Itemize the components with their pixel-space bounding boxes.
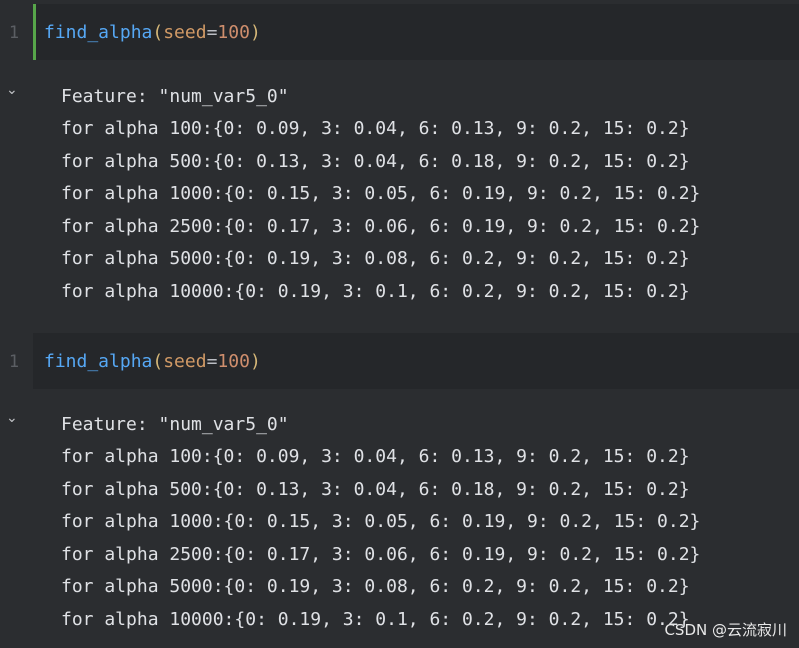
- paren-open: (: [152, 22, 164, 43]
- output-line: for alpha 500:{0: 0.13, 3: 0.04, 6: 0.18…: [61, 479, 690, 500]
- param-value: 100: [217, 22, 250, 43]
- output-line: for alpha 10000:{0: 0.19, 3: 0.1, 6: 0.2…: [61, 609, 690, 630]
- code-line[interactable]: find_alpha(seed=100): [44, 22, 261, 43]
- param-value: 100: [217, 351, 250, 372]
- code-cell-1-input[interactable]: 1 find_alpha(seed=100): [0, 4, 799, 60]
- line-number: 1: [8, 23, 20, 43]
- paren-close: ): [249, 22, 261, 43]
- chevron-down-icon[interactable]: ⌄: [6, 82, 18, 98]
- output-line: for alpha 100:{0: 0.09, 3: 0.04, 6: 0.13…: [61, 118, 690, 139]
- function-name: find_alpha: [44, 351, 153, 372]
- code-editor[interactable]: find_alpha(seed=100): [33, 4, 799, 60]
- watermark: CSDN @云流寂川: [664, 621, 787, 639]
- output-line: for alpha 2500:{0: 0.17, 3: 0.06, 6: 0.1…: [61, 216, 701, 237]
- line-number: 1: [8, 352, 20, 372]
- chevron-down-icon[interactable]: ⌄: [6, 410, 18, 426]
- output-line: for alpha 1000:{0: 0.15, 3: 0.05, 6: 0.1…: [61, 511, 701, 532]
- code-editor[interactable]: find_alpha(seed=100): [33, 333, 799, 389]
- output-line: for alpha 500:{0: 0.13, 3: 0.04, 6: 0.18…: [61, 151, 690, 172]
- active-cell-indicator: [33, 4, 36, 60]
- output-line: for alpha 5000:{0: 0.19, 3: 0.08, 6: 0.2…: [61, 576, 690, 597]
- output-line: for alpha 100:{0: 0.09, 3: 0.04, 6: 0.13…: [61, 446, 690, 467]
- gutter: 1: [0, 4, 33, 60]
- param-name: seed: [163, 351, 207, 372]
- output-line: for alpha 10000:{0: 0.19, 3: 0.1, 6: 0.2…: [61, 281, 690, 302]
- equals-op: =: [206, 351, 218, 372]
- output-feature-line: Feature: "num_var5_0": [61, 86, 289, 107]
- equals-op: =: [206, 22, 218, 43]
- paren-close: ): [249, 351, 261, 372]
- output-line: for alpha 5000:{0: 0.19, 3: 0.08, 6: 0.2…: [61, 248, 690, 269]
- output-line: for alpha 1000:{0: 0.15, 3: 0.05, 6: 0.1…: [61, 183, 701, 204]
- gutter: 1: [0, 333, 33, 389]
- output-feature-line: Feature: "num_var5_0": [61, 414, 289, 435]
- function-name: find_alpha: [44, 22, 153, 43]
- param-name: seed: [163, 22, 207, 43]
- paren-open: (: [152, 351, 164, 372]
- output-line: for alpha 2500:{0: 0.17, 3: 0.06, 6: 0.1…: [61, 544, 701, 565]
- code-line[interactable]: find_alpha(seed=100): [44, 351, 261, 372]
- code-cell-2-input[interactable]: 1 find_alpha(seed=100): [0, 333, 799, 389]
